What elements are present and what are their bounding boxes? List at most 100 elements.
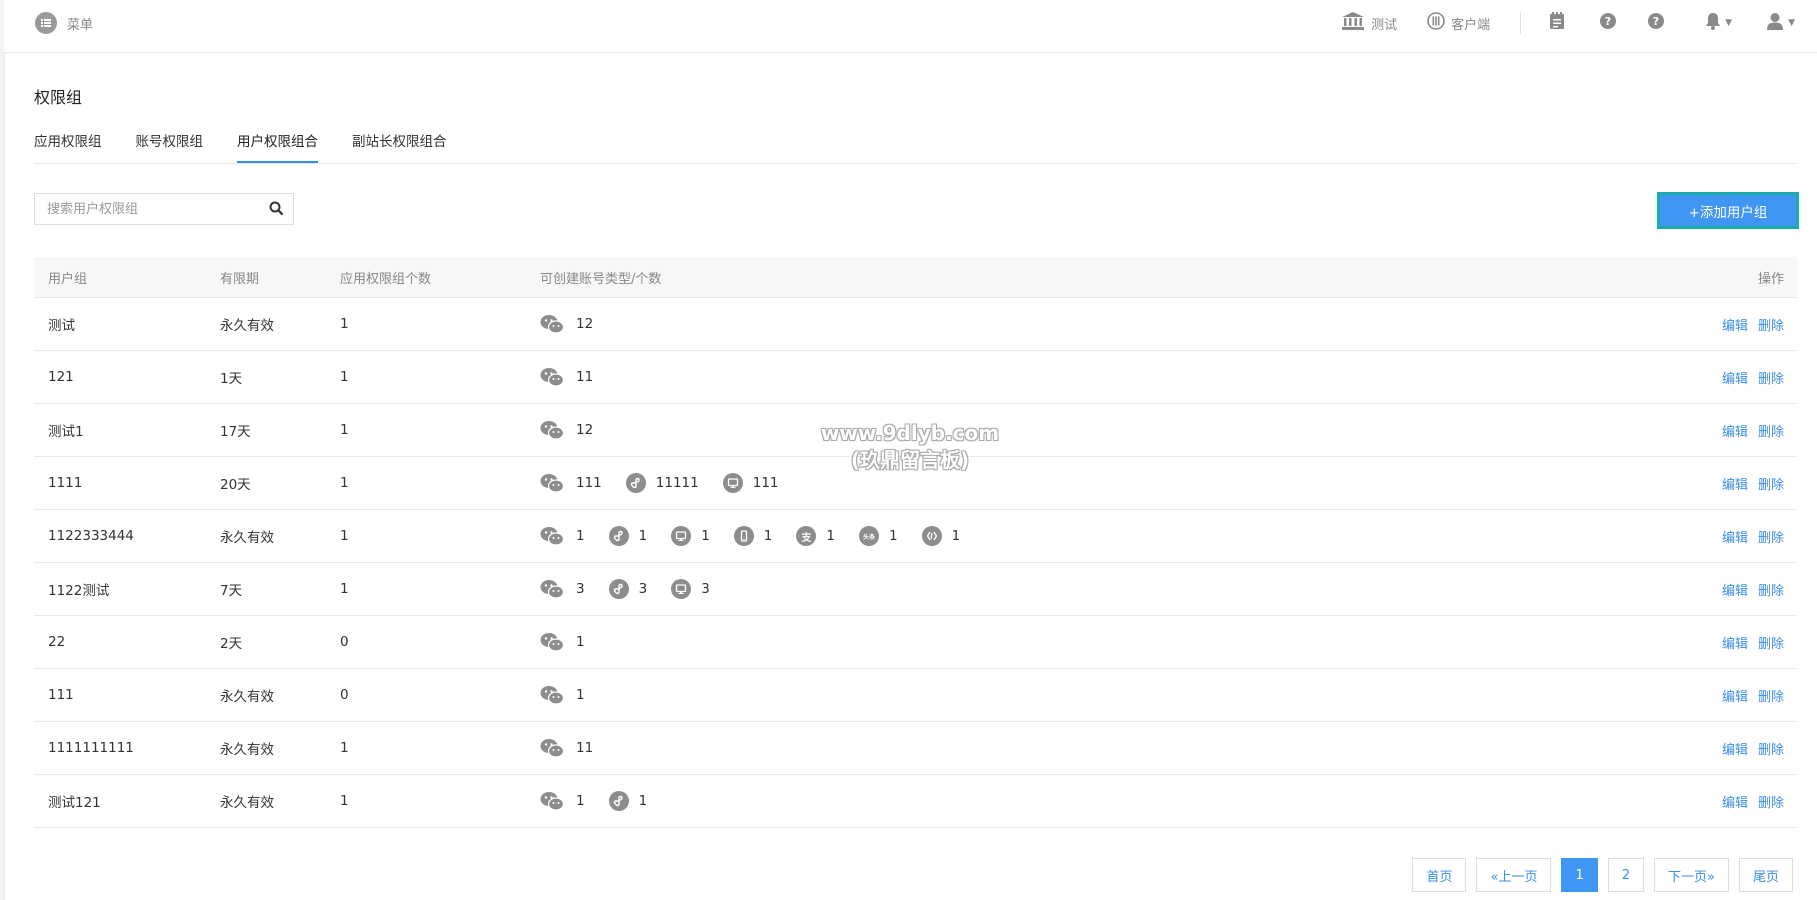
table-row: 1122测试 7天 1 3 3 3 编辑 删除 — [34, 563, 1797, 616]
edit-link[interactable]: 编辑 — [1722, 372, 1748, 387]
edit-link[interactable]: 编辑 — [1722, 478, 1748, 493]
wechat-icon — [540, 314, 564, 334]
account-count: 1 — [638, 793, 648, 809]
edit-link[interactable]: 编辑 — [1722, 637, 1748, 652]
account-type-item: 1 — [733, 526, 773, 546]
actions-cell: 编辑 删除 — [1707, 368, 1797, 387]
edit-link[interactable]: 编辑 — [1722, 425, 1748, 440]
actions-cell: 编辑 删除 — [1707, 474, 1797, 493]
tab-app-permission-group[interactable]: 应用权限组 — [34, 118, 102, 163]
delete-link[interactable]: 删除 — [1758, 584, 1784, 599]
user-group-table: 用户组 有限期 应用权限组个数 可创建账号类型/个数 操作 测试 永久有效 1 12 编… — [34, 257, 1797, 828]
account-type-item: 12 — [540, 420, 593, 440]
account-type-item: 111 — [540, 473, 602, 493]
account-type-item: 11 — [540, 738, 593, 758]
tab-account-permission-group[interactable]: 账号权限组 — [136, 118, 204, 163]
account-count: 3 — [701, 581, 710, 597]
table-row: 1111 20天 1 111 11111 111 编辑 删除 — [34, 457, 1797, 510]
delete-link[interactable]: 删除 — [1758, 531, 1784, 546]
account-count: 1 — [576, 634, 585, 650]
menu-button[interactable]: 菜单 — [35, 11, 93, 35]
tab-bar: 应用权限组 账号权限组 用户权限组合 副站长权限组合 — [34, 118, 1797, 164]
question-icon: ? — [1647, 12, 1665, 34]
delete-link[interactable]: 删除 — [1758, 743, 1784, 758]
group-name-cell: 1122333444 — [48, 528, 134, 544]
list-icon — [35, 12, 57, 34]
account-count: 12 — [576, 422, 594, 438]
left-rail — [0, 0, 5, 900]
group-name-cell: 1111 — [48, 475, 83, 491]
baidu-icon: 头条 — [858, 526, 879, 546]
accounts-cell: 111 11111 111 — [540, 473, 1707, 493]
client-link[interactable]: 客户端 — [1427, 12, 1490, 34]
table-row: 测试 永久有效 1 12 编辑 删除 — [34, 298, 1797, 351]
first-page-button[interactable]: 首页 — [1412, 858, 1467, 892]
delete-link[interactable]: 删除 — [1758, 478, 1784, 493]
account-count: 11111 — [655, 475, 699, 491]
notification-dropdown[interactable]: ▼ — [1705, 12, 1732, 34]
column-header-actions: 操作 — [1757, 271, 1784, 287]
account-count: 3 — [576, 581, 585, 597]
delete-link[interactable]: 删除 — [1758, 690, 1784, 705]
account-count: 1 — [888, 528, 898, 544]
validity-cell: 永久有效 — [220, 530, 274, 546]
accounts-cell: 11 — [540, 367, 1707, 387]
last-page-button[interactable]: 尾页 — [1738, 858, 1793, 892]
notepad-button[interactable] — [1549, 12, 1565, 34]
validity-cell: 17天 — [220, 424, 251, 440]
tab-user-permission-combo[interactable]: 用户权限组合 — [237, 118, 318, 163]
edit-link[interactable]: 编辑 — [1722, 319, 1748, 334]
edit-link[interactable]: 编辑 — [1722, 743, 1748, 758]
search-button[interactable] — [259, 194, 293, 224]
page-button-2[interactable]: 2 — [1607, 858, 1645, 892]
caret-down-icon: ▼ — [1788, 18, 1795, 28]
wechat-icon — [540, 632, 564, 652]
search-box — [34, 193, 294, 225]
table-row: 测试1 17天 1 12 编辑 删除 — [34, 404, 1797, 457]
account-count: 11 — [576, 740, 594, 756]
account-count: 1 — [576, 528, 585, 544]
add-user-group-button[interactable]: +添加用户组 — [1657, 192, 1799, 229]
delete-link[interactable]: 删除 — [1758, 319, 1784, 334]
app-groups-cell: 1 — [340, 475, 349, 491]
account-count: 1 — [638, 528, 648, 544]
actions-cell: 编辑 删除 — [1707, 315, 1797, 334]
delete-link[interactable]: 删除 — [1758, 372, 1784, 387]
notepad-icon — [1549, 12, 1565, 34]
edit-link[interactable]: 编辑 — [1722, 531, 1748, 546]
app-groups-cell: 1 — [340, 422, 349, 438]
account-type-item: 11 — [540, 367, 593, 387]
edit-link[interactable]: 编辑 — [1722, 690, 1748, 705]
validity-cell: 永久有效 — [220, 742, 274, 758]
actions-cell: 编辑 删除 — [1707, 421, 1797, 440]
edit-link[interactable]: 编辑 — [1722, 796, 1748, 811]
tab-deputy-admin-permission-combo[interactable]: 副站长权限组合 — [352, 118, 447, 163]
validity-cell: 2天 — [220, 636, 243, 652]
prev-page-button[interactable]: «上一页 — [1476, 858, 1552, 892]
next-page-button[interactable]: 下一页» — [1654, 858, 1729, 892]
user-dropdown[interactable]: ▼ — [1766, 12, 1795, 34]
account-type-item: 1 — [540, 632, 585, 652]
client-label: 客户端 — [1451, 17, 1491, 33]
app-groups-cell: 1 — [340, 316, 349, 332]
mini-program-icon — [608, 579, 629, 599]
bell-icon — [1705, 12, 1721, 34]
account-count: 1 — [763, 528, 773, 544]
group-name-cell: 1111111111 — [48, 740, 134, 756]
delete-link[interactable]: 删除 — [1758, 796, 1784, 811]
app-groups-cell: 1 — [340, 740, 349, 756]
page-button-1[interactable]: 1 — [1561, 858, 1598, 892]
site-link[interactable]: 测试 — [1341, 11, 1397, 35]
app-groups-cell: 1 — [340, 528, 349, 544]
help-button-1[interactable]: ? — [1599, 12, 1617, 34]
account-count: 111 — [752, 475, 779, 491]
edit-link[interactable]: 编辑 — [1722, 584, 1748, 599]
top-divider — [1520, 12, 1522, 34]
delete-link[interactable]: 删除 — [1758, 637, 1784, 652]
delete-link[interactable]: 删除 — [1758, 425, 1784, 440]
search-input[interactable] — [35, 195, 259, 223]
accounts-cell: 11 — [540, 738, 1707, 758]
help-button-2[interactable]: ? — [1647, 12, 1665, 34]
accounts-cell: 1 — [540, 632, 1707, 652]
group-name-cell: 121 — [48, 369, 74, 385]
